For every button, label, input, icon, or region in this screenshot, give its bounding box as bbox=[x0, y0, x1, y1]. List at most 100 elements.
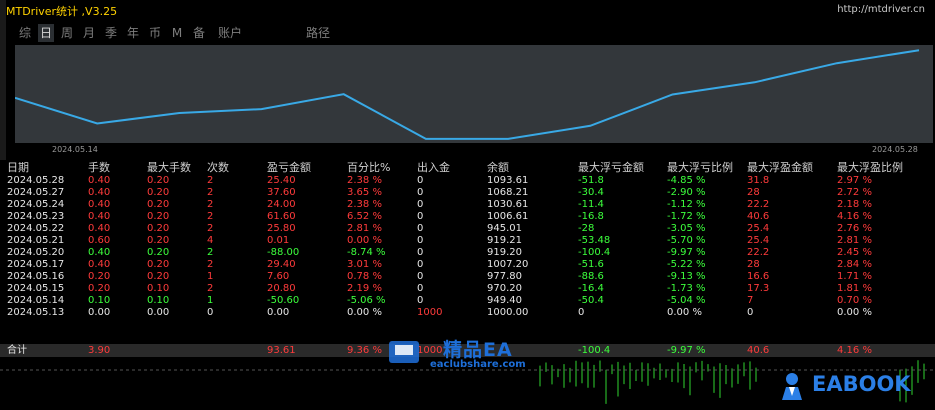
cell-pct: 3.01 % bbox=[347, 259, 382, 270]
cell-mflp: -9.13 % bbox=[667, 271, 706, 282]
stats-window: MTDriver统计 ,V3.25 http://mtdriver.cn 综日周… bbox=[0, 0, 935, 410]
cell-mfpp: 2.76 % bbox=[837, 223, 872, 234]
chart-start-date: 2024.05.14 bbox=[52, 145, 98, 154]
cell-pct: -5.06 % bbox=[347, 295, 386, 306]
cell-pct: 0.00 % bbox=[347, 235, 382, 246]
cell-pct: 3.65 % bbox=[347, 187, 382, 198]
cell-count: 2 bbox=[207, 247, 214, 258]
cell-pl: 20.80 bbox=[267, 283, 296, 294]
tab-2[interactable]: 日 bbox=[38, 24, 54, 42]
cell-mfl: -28 bbox=[578, 223, 595, 234]
equity-line bbox=[15, 49, 920, 140]
cell-count: 2 bbox=[207, 187, 214, 198]
header-cell: 百分比% bbox=[347, 161, 391, 174]
cell-bal: 1007.20 bbox=[487, 259, 529, 270]
table-row: 2024.05.28 0.40 0.20 2 25.40 2.38 % 0 1093.61 -5… bbox=[0, 175, 935, 187]
table-row: 2024.05.16 0.20 0.20 1 7.60 0.78 % 0 977.80 -88.… bbox=[0, 271, 935, 283]
cell-mfpp: 1.81 % bbox=[837, 283, 872, 294]
cell-pct: 2.19 % bbox=[347, 283, 382, 294]
tab-5[interactable]: 季 bbox=[104, 24, 118, 42]
cell-mfpp: 2.81 % bbox=[837, 235, 872, 246]
eabook-watermark: EABOOK bbox=[774, 369, 924, 403]
tab-11[interactable]: 路径 bbox=[304, 24, 332, 42]
total-mfpp: 4.16 % bbox=[837, 345, 872, 356]
cell-io: 0 bbox=[417, 223, 424, 234]
cell-mfpp: 2.72 % bbox=[837, 187, 872, 198]
cell-bal: 949.40 bbox=[487, 295, 522, 306]
cell-mfl: -11.4 bbox=[578, 199, 604, 210]
table-row: 2024.05.20 0.40 0.20 2 -88.00 -8.74 % 0 919.20 -… bbox=[0, 247, 935, 259]
website-link[interactable]: http://mtdriver.cn bbox=[837, 4, 925, 15]
cell-date: 2024.05.17 bbox=[7, 259, 65, 270]
cell-count: 0 bbox=[207, 307, 214, 318]
cell-mflp: -4.85 % bbox=[667, 175, 706, 186]
header-cell: 最大浮亏比例 bbox=[667, 161, 733, 174]
tab-9[interactable]: 备 bbox=[192, 24, 206, 42]
cell-io: 0 bbox=[417, 283, 424, 294]
table-row: 2024.05.14 0.10 0.10 1 -50.60 -5.06 % 0 949.40 -… bbox=[0, 295, 935, 307]
cell-io: 0 bbox=[417, 235, 424, 246]
tab-1[interactable]: 综 bbox=[18, 24, 32, 42]
cell-mflp: -1.73 % bbox=[667, 283, 706, 294]
cell-pct: 2.38 % bbox=[347, 175, 382, 186]
cell-pct: 0.00 % bbox=[347, 307, 382, 318]
total-pct: 9.36 % bbox=[347, 345, 382, 356]
cell-maxlots: 0.10 bbox=[147, 295, 170, 306]
cell-bal: 1093.61 bbox=[487, 175, 529, 186]
cell-bal: 919.20 bbox=[487, 247, 522, 258]
header-cell: 最大浮盈金额 bbox=[747, 161, 813, 174]
tab-6[interactable]: 年 bbox=[126, 24, 140, 42]
cell-mfp: 7 bbox=[747, 295, 754, 306]
tab-8[interactable]: M bbox=[170, 24, 184, 42]
cell-pl: 61.60 bbox=[267, 211, 296, 222]
cell-pct: 0.78 % bbox=[347, 271, 382, 282]
cell-mflp: -5.22 % bbox=[667, 259, 706, 270]
cell-pl: 7.60 bbox=[267, 271, 290, 282]
cell-mflp: -1.72 % bbox=[667, 211, 706, 222]
cell-mfp: 40.6 bbox=[747, 211, 770, 222]
cell-lots: 0.40 bbox=[88, 187, 111, 198]
cell-lots: 0.40 bbox=[88, 259, 111, 270]
tab-10[interactable]: 账户 bbox=[216, 24, 244, 42]
cell-date: 2024.05.13 bbox=[7, 307, 65, 318]
table-row: 2024.05.17 0.40 0.20 2 29.40 3.01 % 0 1007.20 -5… bbox=[0, 259, 935, 271]
cell-lots: 0.40 bbox=[88, 211, 111, 222]
cell-mfpp: 4.16 % bbox=[837, 211, 872, 222]
cell-count: 1 bbox=[207, 271, 214, 282]
table-row: 2024.05.22 0.40 0.20 2 25.80 2.81 % 0 945.01 -28… bbox=[0, 223, 935, 235]
cell-mfp: 25.4 bbox=[747, 235, 770, 246]
cell-bal: 1000.00 bbox=[487, 307, 529, 318]
cell-bal: 1068.21 bbox=[487, 187, 529, 198]
cell-mfp: 28 bbox=[747, 187, 760, 198]
cell-mfp: 22.2 bbox=[747, 199, 770, 210]
cell-pct: 2.38 % bbox=[347, 199, 382, 210]
tab-4[interactable]: 月 bbox=[82, 24, 96, 42]
cell-mfl: -16.4 bbox=[578, 283, 604, 294]
tab-3[interactable]: 周 bbox=[60, 24, 74, 42]
cell-date: 2024.05.28 bbox=[7, 175, 65, 186]
cell-maxlots: 0.20 bbox=[147, 211, 170, 222]
total-label: 合计 bbox=[7, 345, 27, 356]
cell-mfp: 0 bbox=[747, 307, 754, 318]
header-cell: 次数 bbox=[207, 161, 229, 174]
cell-maxlots: 0.20 bbox=[147, 247, 170, 258]
chart-end-date: 2024.05.28 bbox=[872, 145, 918, 154]
cell-mflp: -5.70 % bbox=[667, 235, 706, 246]
cell-count: 2 bbox=[207, 211, 214, 222]
cell-mfpp: 2.84 % bbox=[837, 259, 872, 270]
header-cell: 最大浮盈比例 bbox=[837, 161, 903, 174]
cell-count: 4 bbox=[207, 235, 214, 246]
cell-mfl: -53.48 bbox=[578, 235, 611, 246]
cell-pl: 25.80 bbox=[267, 223, 296, 234]
ea-watermark-url: eaclubshare.com bbox=[430, 359, 526, 370]
cell-mfl: -51.6 bbox=[578, 259, 604, 270]
header-cell: 最大浮亏金额 bbox=[578, 161, 644, 174]
cell-lots: 0.00 bbox=[88, 307, 111, 318]
tab-7[interactable]: 币 bbox=[148, 24, 162, 42]
cell-date: 2024.05.16 bbox=[7, 271, 65, 282]
cell-maxlots: 0.20 bbox=[147, 235, 170, 246]
cell-mfpp: 2.18 % bbox=[837, 199, 872, 210]
cell-pl: -50.60 bbox=[267, 295, 300, 306]
cell-bal: 1030.61 bbox=[487, 199, 529, 210]
cell-io: 1000 bbox=[417, 307, 443, 318]
